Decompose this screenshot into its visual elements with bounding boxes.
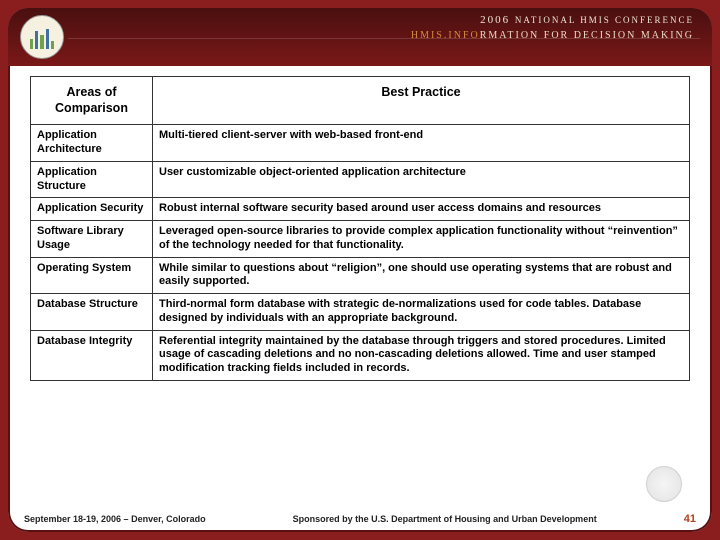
cell-bp: Multi-tiered client-server with web-base… [153, 125, 690, 162]
header-conf-name: NATIONAL HMIS CONFERENCE [515, 15, 694, 25]
header-accent: HMIS.INFO [411, 30, 480, 41]
header-titles: 2006 NATIONAL HMIS CONFERENCE HMIS.INFOR… [411, 14, 694, 41]
hud-seal-icon [646, 466, 682, 502]
footer-sponsor: Sponsored by the U.S. Department of Hous… [206, 514, 684, 524]
cell-area: Database Integrity [31, 330, 153, 380]
header-year: 2006 [480, 14, 510, 26]
slide-card: 2006 NATIONAL HMIS CONFERENCE HMIS.INFOR… [8, 8, 712, 532]
table-header-row: Areas of Comparison Best Practice [31, 77, 690, 125]
slide-footer: September 18-19, 2006 – Denver, Colorado… [8, 506, 712, 532]
slide-header: 2006 NATIONAL HMIS CONFERENCE HMIS.INFOR… [8, 8, 712, 66]
cell-bp: Third-normal form database with strategi… [153, 294, 690, 331]
cell-bp: Leveraged open-source libraries to provi… [153, 221, 690, 258]
cell-area: Operating System [31, 257, 153, 294]
col-header-best-practice: Best Practice [153, 77, 690, 125]
header-subtext: RMATION FOR DECISION MAKING [480, 30, 694, 41]
comparison-table: Areas of Comparison Best Practice Applic… [30, 76, 690, 381]
page-number: 41 [684, 513, 696, 525]
cell-area: Database Structure [31, 294, 153, 331]
table-row: Application Architecture Multi-tiered cl… [31, 125, 690, 162]
table-row: Database Structure Third-normal form dat… [31, 294, 690, 331]
cell-bp: Referential integrity maintained by the … [153, 330, 690, 380]
cell-area: Application Security [31, 198, 153, 221]
cell-area: Application Structure [31, 161, 153, 198]
table-row: Application Structure User customizable … [31, 161, 690, 198]
slide-content: Areas of Comparison Best Practice Applic… [8, 66, 712, 506]
cell-bp: User customizable object-oriented applic… [153, 161, 690, 198]
cell-area: Software Library Usage [31, 221, 153, 258]
cell-area: Application Architecture [31, 125, 153, 162]
col-header-areas: Areas of Comparison [31, 77, 153, 125]
cell-bp: Robust internal software security based … [153, 198, 690, 221]
cell-bp: While similar to questions about “religi… [153, 257, 690, 294]
footer-date-location: September 18-19, 2006 – Denver, Colorado [24, 514, 206, 524]
hmis-logo-icon [20, 15, 64, 59]
table-row: Operating System While similar to questi… [31, 257, 690, 294]
table-row: Application Security Robust internal sof… [31, 198, 690, 221]
table-row: Database Integrity Referential integrity… [31, 330, 690, 380]
table-row: Software Library Usage Leveraged open-so… [31, 221, 690, 258]
